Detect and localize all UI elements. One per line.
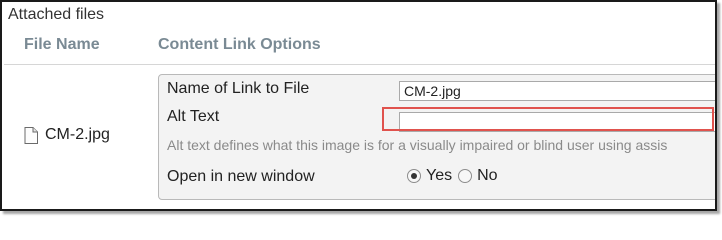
attached-files-panel: Attached files File Name Content Link Op… (0, 0, 717, 211)
content-link-options-box: Name of Link to File Alt Text Alt text d… (158, 74, 715, 200)
new-window-yes-radio[interactable] (407, 169, 421, 183)
alt-text-helper: Alt text defines what this image is for … (167, 137, 668, 153)
document-icon (24, 126, 38, 144)
link-name-label: Name of Link to File (167, 80, 310, 97)
file-name: CM-2.jpg (45, 126, 110, 143)
alt-text-label: Alt Text (167, 108, 220, 125)
new-window-label: Open in new window (167, 168, 315, 185)
column-header-file-name: File Name (24, 36, 100, 53)
link-name-input[interactable] (399, 81, 715, 101)
section-title: Attached files (8, 6, 105, 23)
header-divider (4, 64, 715, 65)
new-window-no-label[interactable]: No (477, 167, 497, 185)
new-window-yes-option[interactable]: Yes (407, 167, 452, 185)
new-window-yes-label[interactable]: Yes (426, 167, 452, 185)
new-window-radio-group: Yes No (407, 167, 498, 185)
column-header-content-link-options: Content Link Options (158, 36, 321, 53)
new-window-no-option[interactable]: No (458, 167, 498, 185)
new-window-no-radio[interactable] (458, 169, 473, 183)
file-entry: CM-2.jpg (24, 126, 110, 144)
alt-text-input[interactable] (399, 112, 715, 132)
